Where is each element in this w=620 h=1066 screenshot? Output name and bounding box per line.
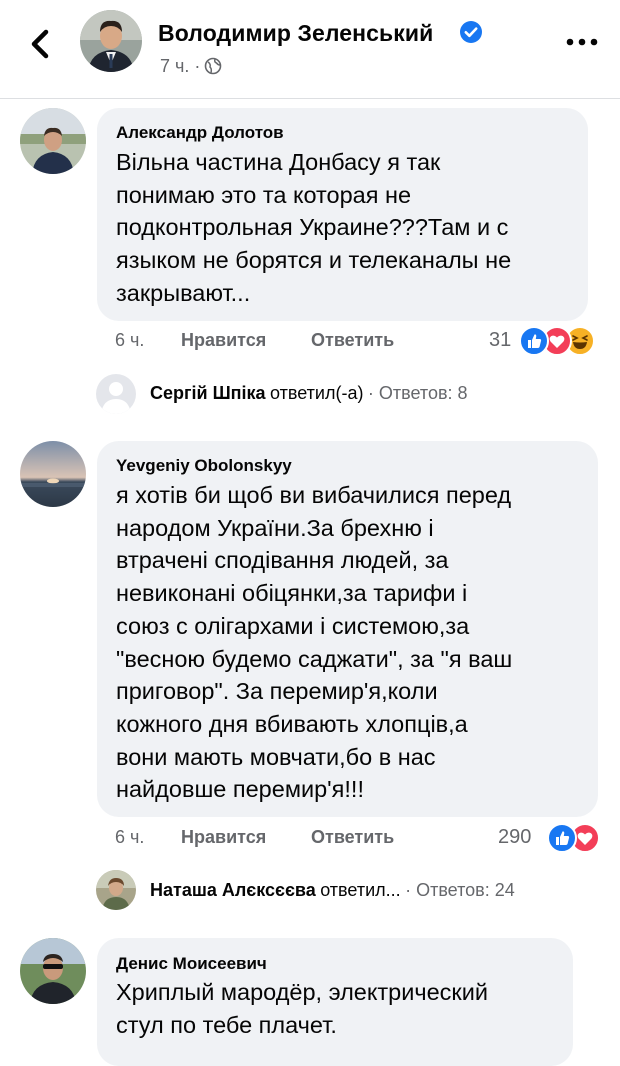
reply-author[interactable]: Наташа Алєксєєва <box>150 880 316 900</box>
header-divider <box>0 98 620 99</box>
author-avatar[interactable] <box>80 10 142 72</box>
more-icon[interactable] <box>562 30 602 54</box>
comment-time[interactable]: 6 ч. <box>115 330 144 351</box>
comment-text: я хотів би щоб ви вибачилися перед народ… <box>116 482 513 803</box>
reply-author[interactable]: Сергій Шпіка <box>150 383 266 403</box>
reply-action-text: ответил... <box>320 880 401 900</box>
comment-text: Хриплый мародёр, электрический стул по т… <box>116 979 488 1038</box>
post-author-name[interactable]: Володимир Зеленський <box>158 20 433 47</box>
comment-author[interactable]: Yevgeniy Obolonskyy <box>116 456 292 476</box>
post-time[interactable]: 7 ч. · <box>160 56 200 76</box>
commenter-avatar[interactable] <box>20 938 86 1004</box>
commenter-avatar[interactable] <box>20 108 86 174</box>
reply-summary[interactable]: Сергій Шпіка ответил(-а) · Ответов: 8 <box>150 383 468 404</box>
like-reaction-icon[interactable] <box>519 326 549 356</box>
comment-time[interactable]: 6 ч. <box>115 827 144 848</box>
commenter-avatar[interactable] <box>20 441 86 507</box>
reply-button[interactable]: Ответить <box>311 827 394 848</box>
reply-avatar[interactable] <box>96 870 136 910</box>
replies-count[interactable]: · Ответов: 8 <box>368 383 468 403</box>
reply-avatar[interactable] <box>96 374 136 414</box>
comment-author[interactable]: Денис Моисеевич <box>116 954 267 974</box>
comment-author[interactable]: Александр Долотов <box>116 123 284 143</box>
reactions-count[interactable]: 290 <box>498 826 531 849</box>
like-button[interactable]: Нравится <box>181 330 266 351</box>
post-meta: 7 ч. · <box>160 56 222 80</box>
reactions-count[interactable]: 31 <box>489 329 511 352</box>
comment-text: Вільна частина Донбасу я так понимаю это… <box>116 149 512 306</box>
replies-count[interactable]: · Ответов: 24 <box>405 880 515 900</box>
like-reaction-icon[interactable] <box>547 823 577 853</box>
reply-action-text: ответил(-а) <box>270 383 364 403</box>
verified-badge-icon <box>459 20 483 44</box>
globe-icon <box>204 57 222 80</box>
back-chevron-icon[interactable] <box>24 24 58 64</box>
reply-summary[interactable]: Наташа Алєксєєва ответил... · Ответов: 2… <box>150 880 515 901</box>
reply-button[interactable]: Ответить <box>311 330 394 351</box>
like-button[interactable]: Нравится <box>181 827 266 848</box>
